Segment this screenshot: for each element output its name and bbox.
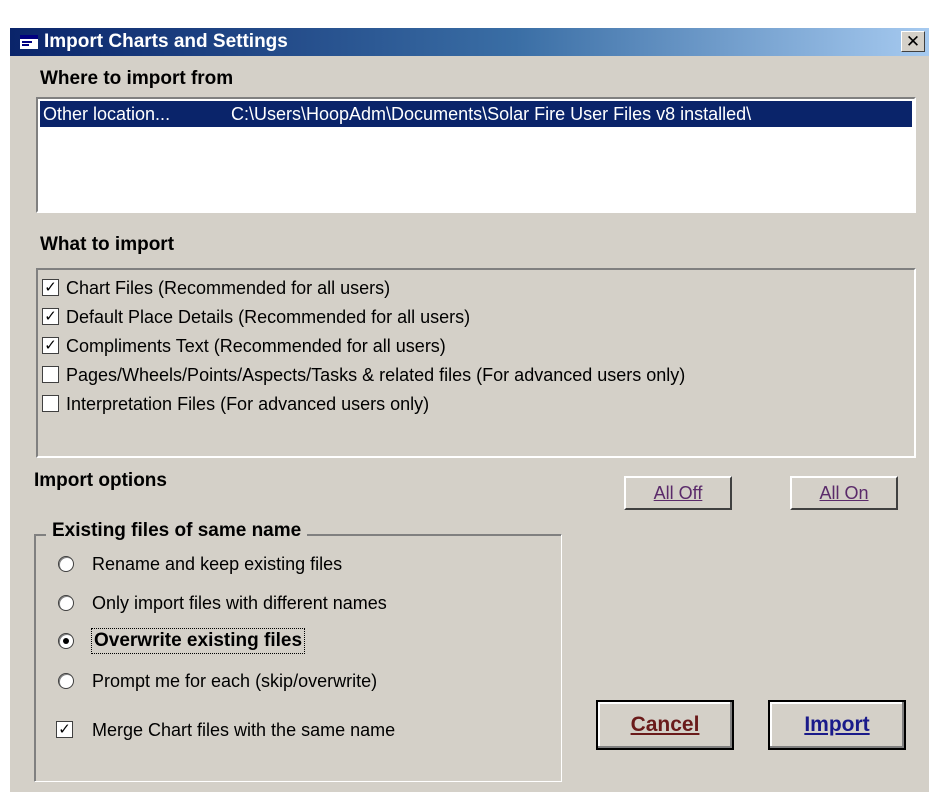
import-options-heading: Import options [34,470,167,491]
import-label: Import [804,713,870,736]
cancel-label: Cancel [630,713,700,736]
import-dialog: Import Charts and Settings ✕ Where to im… [10,28,929,792]
checkbox-interpretation[interactable] [42,395,59,412]
location-name: Other location... [43,104,171,124]
import-button[interactable]: Import [768,700,906,750]
checklist-label: Default Place Details (Recommended for a… [66,307,471,327]
title-bar[interactable]: Import Charts and Settings ✕ [10,28,929,56]
radio-button[interactable] [58,595,74,611]
radio-label: Overwrite existing files [90,628,306,654]
app-window-icon [20,35,38,49]
what-heading: What to import [40,234,175,255]
existing-files-group-title: Existing files of same name [46,520,308,542]
all-off-label: All Off [653,483,703,503]
checklist-label: Chart Files (Recommended for all users) [66,278,391,298]
location-listbox[interactable]: Other location... C:\Users\HoopAdm\Docum… [36,97,916,213]
checklist-label: Compliments Text (Recommended for all us… [66,336,446,356]
window-title: Import Charts and Settings [44,31,288,52]
checkbox-chart-files[interactable]: ✓ [42,279,59,296]
checklist-label: Interpretation Files (For advanced users… [66,394,430,414]
checkbox-merge[interactable]: ✓ [56,721,73,738]
radio-button[interactable] [58,673,74,689]
what-to-import-list: ✓ Chart Files (Recommended for all users… [36,268,916,458]
merge-label: Merge Chart files with the same name [92,720,396,740]
close-button[interactable]: ✕ [901,31,925,52]
all-off-button[interactable]: All Off [624,476,732,510]
radio-label: Prompt me for each (skip/overwrite) [92,671,378,691]
checkbox-pages-wheels[interactable] [42,366,59,383]
radio-label: Only import files with different names [92,593,387,613]
checklist-label: Pages/Wheels/Points/Aspects/Tasks & rela… [66,365,686,385]
radio-button[interactable] [58,556,74,572]
checkbox-place-details[interactable]: ✓ [42,308,59,325]
where-heading: Where to import from [40,68,234,89]
all-on-label: All On [819,483,869,503]
radio-button-selected[interactable] [58,633,74,649]
cancel-button[interactable]: Cancel [596,700,734,750]
location-path: C:\Users\HoopAdm\Documents\Solar Fire Us… [231,104,752,124]
close-icon: ✕ [905,32,921,51]
location-row-selected[interactable]: Other location... C:\Users\HoopAdm\Docum… [40,101,912,127]
all-on-button[interactable]: All On [790,476,898,510]
checkbox-compliments[interactable]: ✓ [42,337,59,354]
radio-label: Rename and keep existing files [92,554,343,574]
